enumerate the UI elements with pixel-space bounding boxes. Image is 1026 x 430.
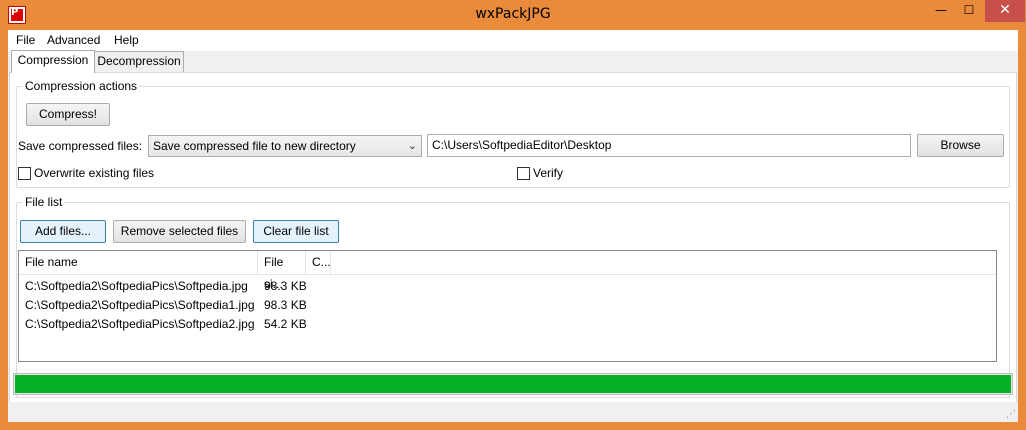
window-title: wxPackJPG [475, 6, 551, 22]
resize-grip-icon[interactable]: ⋰ [1006, 409, 1016, 420]
compression-panel: Compression actions Compress! Save compr… [9, 72, 1017, 404]
remove-selected-files-button[interactable]: Remove selected files [113, 220, 246, 243]
maximize-button[interactable]: ☐ [956, 0, 982, 22]
column-file-name[interactable]: File name [19, 251, 258, 275]
table-row[interactable]: C:\Softpedia2\SoftpediaPics\Softpedia2.j… [19, 315, 996, 334]
save-mode-select[interactable]: Save compressed file to new directory ⌄ [148, 135, 422, 157]
tab-compression[interactable]: Compression [11, 50, 95, 73]
file-name-cell: C:\Softpedia2\SoftpediaPics\Softpedia2.j… [25, 317, 255, 331]
add-files-button[interactable]: Add files... [20, 220, 106, 243]
compression-actions-group: Compression actions Compress! Save compr… [16, 79, 1010, 188]
tab-strip: Compression Decompression [8, 50, 1018, 73]
file-name-cell: C:\Softpedia2\SoftpediaPics\Softpedia.jp… [25, 279, 248, 293]
clear-file-list-button[interactable]: Clear file list [253, 220, 339, 243]
table-row[interactable]: C:\Softpedia2\SoftpediaPics\Softpedia1.j… [19, 296, 996, 315]
file-name-cell: C:\Softpedia2\SoftpediaPics\Softpedia1.j… [25, 298, 255, 312]
browse-button[interactable]: Browse [917, 134, 1004, 157]
overwrite-label: Overwrite existing files [34, 166, 155, 180]
progress-fill [15, 375, 1011, 393]
app-window: P wxPackJPG — ☐ ✕ File Advanced Help Com… [0, 0, 1026, 430]
save-compressed-label: Save compressed files: [18, 139, 143, 153]
progress-bar [13, 373, 1013, 395]
file-size-cell: 54.2 KB [264, 317, 307, 331]
column-c[interactable]: C... [306, 251, 331, 275]
menu-advanced[interactable]: Advanced [47, 33, 100, 47]
table-row[interactable]: C:\Softpedia2\SoftpediaPics\Softpedia.jp… [19, 277, 996, 296]
close-button[interactable]: ✕ [985, 0, 1025, 22]
overwrite-checkbox[interactable] [18, 167, 31, 180]
menu-file[interactable]: File [16, 33, 35, 47]
tab-decompression[interactable]: Decompression [94, 51, 184, 72]
status-bar: ⋰ [8, 402, 1018, 422]
chevron-down-icon: ⌄ [407, 140, 417, 152]
file-list-group: File list Add files... Remove selected f… [16, 195, 1010, 398]
file-list-title: File list [23, 195, 65, 209]
menu-help[interactable]: Help [114, 33, 139, 47]
verify-label: Verify [533, 166, 564, 180]
column-file-size[interactable]: File si... [258, 251, 306, 291]
file-list-view[interactable]: File name File si... C... C:\Softpedia2\… [18, 250, 997, 362]
compression-actions-title: Compression actions [23, 79, 140, 93]
file-list-header: File name File si... C... [19, 251, 996, 291]
save-mode-value: Save compressed file to new directory [153, 139, 356, 153]
compress-button[interactable]: Compress! [26, 103, 110, 126]
file-size-cell: 98.3 KB [264, 279, 307, 293]
directory-path-input[interactable]: C:\Users\SoftpediaEditor\Desktop [427, 134, 911, 157]
title-bar[interactable]: P wxPackJPG — ☐ ✕ [0, 0, 1026, 30]
client-area: File Advanced Help Compression Decompres… [8, 30, 1018, 422]
file-size-cell: 98.3 KB [264, 298, 307, 312]
minimize-button[interactable]: — [928, 0, 954, 22]
verify-checkbox[interactable] [517, 167, 530, 180]
menu-bar: File Advanced Help [8, 30, 1018, 51]
